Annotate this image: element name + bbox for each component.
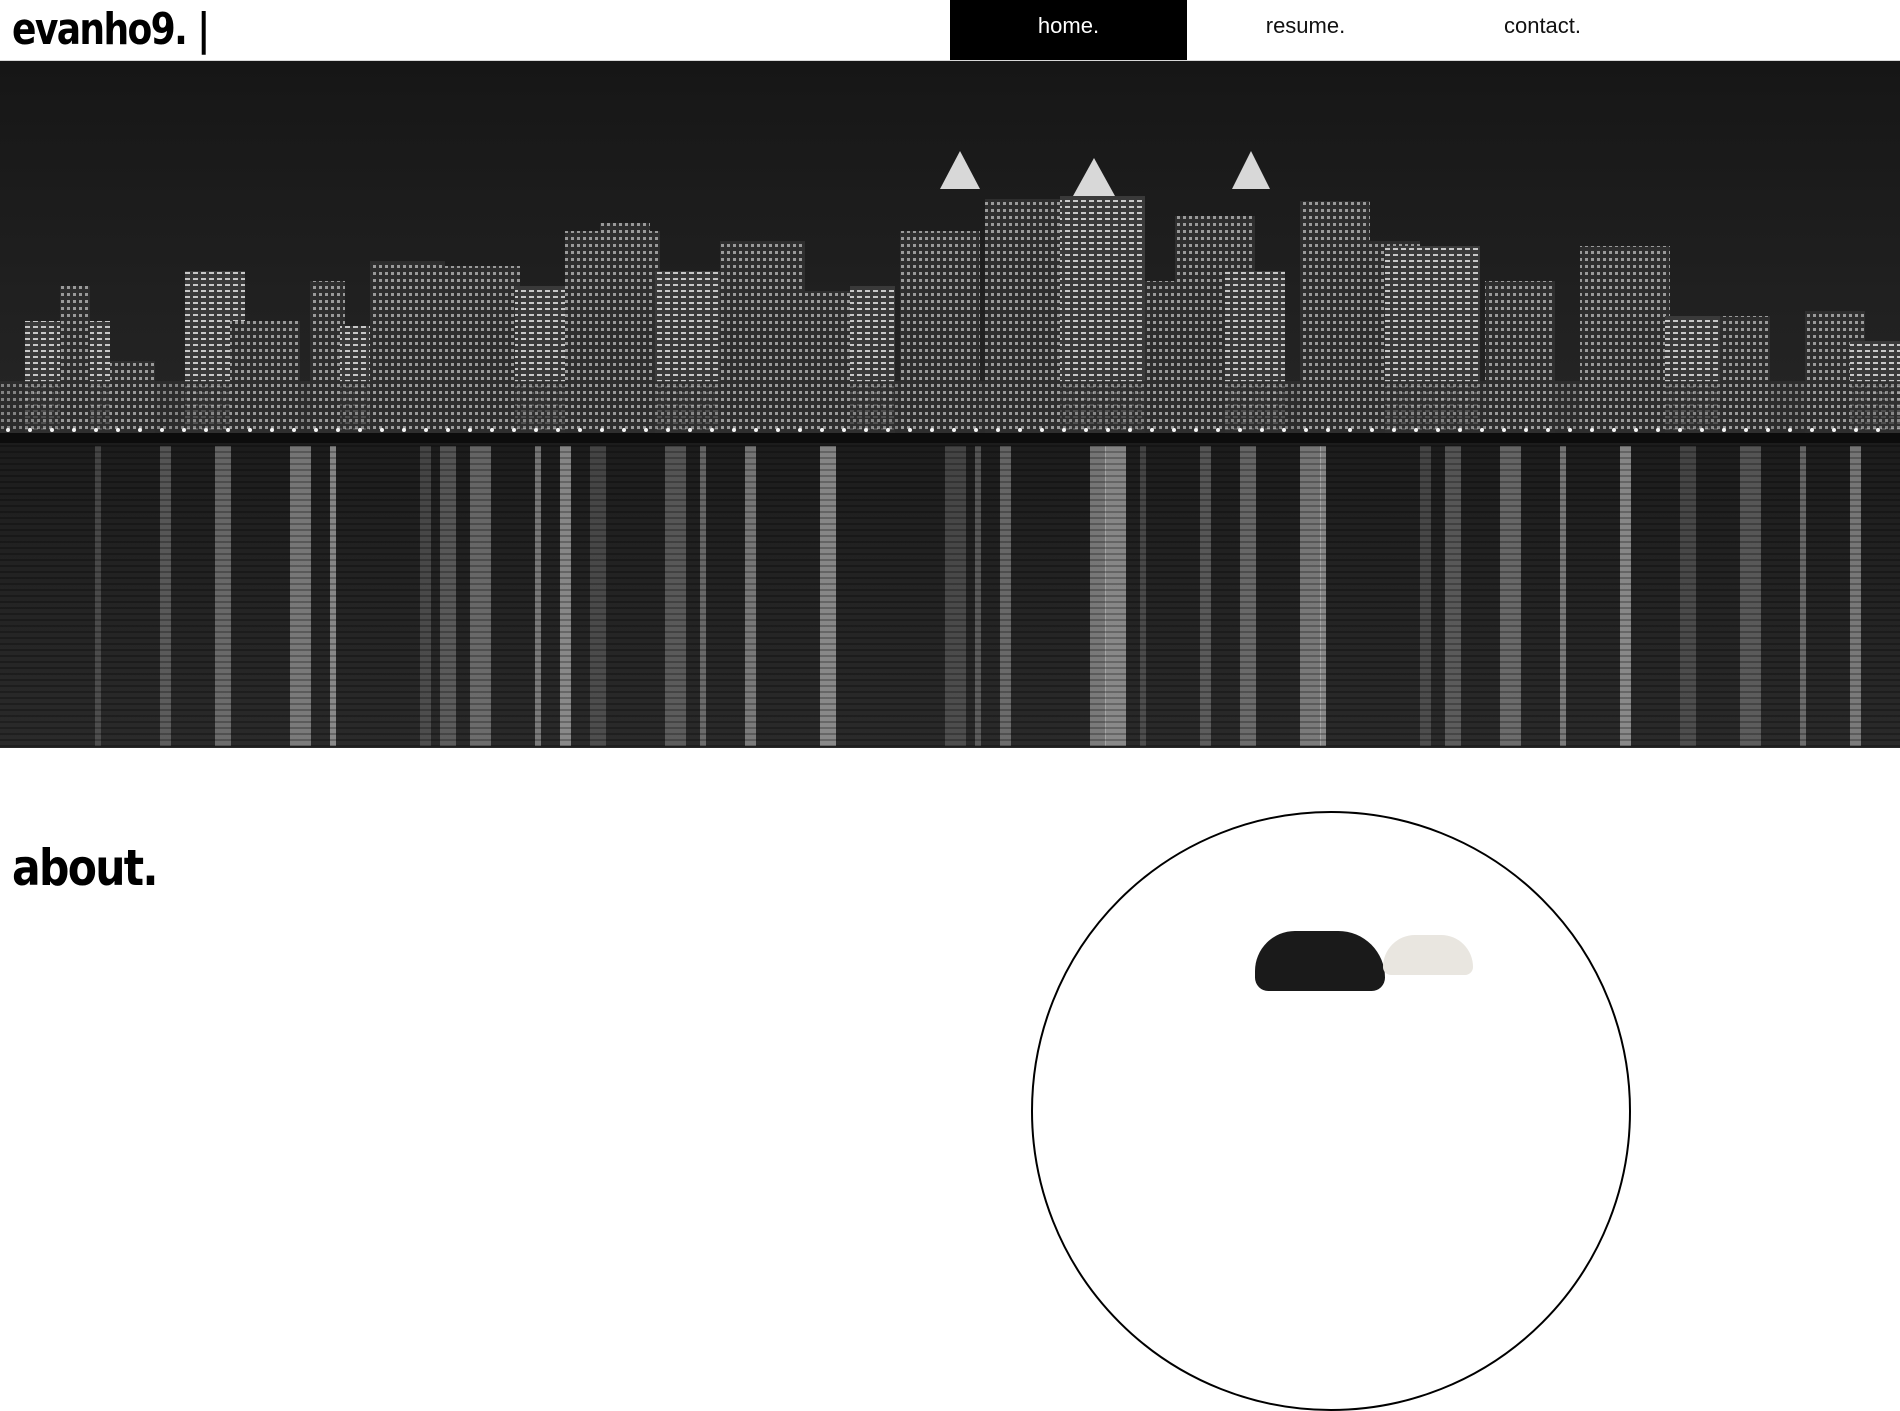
- nav-resume[interactable]: resume.: [1187, 0, 1424, 60]
- shoreline: [0, 433, 1900, 443]
- site-header: evanho9. | home. resume. contact.: [0, 0, 1900, 61]
- profile-face: [1383, 935, 1473, 975]
- profile-hair: [1255, 931, 1385, 991]
- hero-skyline-image: [0, 61, 1900, 748]
- nav-home[interactable]: home.: [950, 0, 1187, 60]
- nav-contact[interactable]: contact.: [1424, 0, 1661, 60]
- skyline-photo: [0, 61, 1900, 748]
- site-logo[interactable]: evanho9. |: [12, 0, 210, 60]
- main-nav: home. resume. contact.: [950, 0, 1661, 60]
- about-heading: about.: [12, 839, 159, 897]
- profile-photo: [1031, 811, 1631, 1411]
